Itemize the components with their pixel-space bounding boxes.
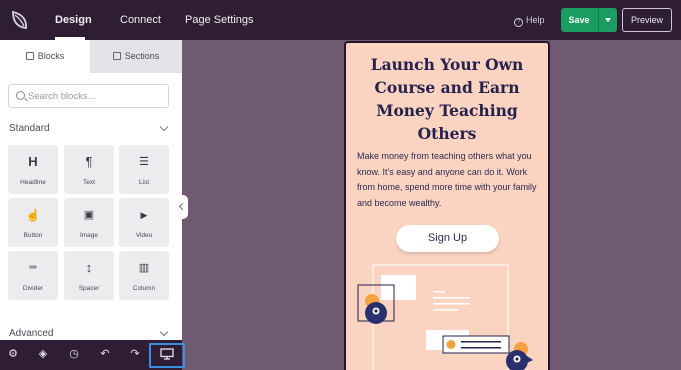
divider-icon: ═ [29, 262, 37, 273]
help-link[interactable]: ? Help [514, 0, 545, 40]
advanced-section-heading[interactable]: Advanced [9, 328, 53, 339]
tab-design[interactable]: Design [55, 0, 92, 40]
standard-section-heading[interactable]: Standard [9, 123, 50, 134]
chevron-down-icon[interactable] [159, 122, 169, 132]
block-headline[interactable]: H Headline [8, 145, 58, 194]
page-preview[interactable]: Launch Your Own Course and Earn Money Te… [344, 41, 550, 370]
history-icon[interactable]: ◷ [67, 347, 81, 361]
search-icon [16, 91, 25, 100]
block-label: Column [132, 285, 156, 292]
layers-icon[interactable]: ◈ [36, 347, 50, 361]
list-icon: ☰ [139, 156, 149, 168]
blocks-sidebar: Blocks Sections Standard H Headline ¶ Text… [0, 40, 182, 340]
page-body-text[interactable]: Make money from teaching others what you… [357, 149, 542, 211]
page-headline[interactable]: Launch Your Own Course and Earn Money Te… [346, 53, 548, 145]
paragraph-icon: ¶ [85, 154, 93, 169]
undo-icon[interactable]: ↶ [98, 347, 112, 361]
save-label: Save [568, 15, 590, 25]
block-video[interactable]: ▶ Video [119, 198, 169, 247]
block-text[interactable]: ¶ Text [64, 145, 114, 194]
block-column[interactable]: ▥ Column [119, 251, 169, 300]
redo-icon[interactable]: ↷ [128, 347, 142, 361]
chevron-left-icon [178, 202, 187, 211]
block-divider[interactable]: ═ Divider [8, 251, 58, 300]
help-label: Help [526, 15, 545, 25]
collapse-sidebar-handle[interactable] [178, 195, 188, 219]
tab-blocks[interactable]: Blocks [0, 40, 90, 73]
settings-icon[interactable]: ⚙ [6, 347, 20, 361]
sections-icon [112, 52, 121, 60]
sign-up-button[interactable]: Sign Up [396, 225, 499, 252]
tab-connect[interactable]: Connect [120, 0, 161, 40]
column-icon: ▥ [138, 262, 150, 274]
block-label: Text [83, 179, 95, 186]
top-bar: Design Connect Page Settings ? Help Save … [0, 0, 681, 40]
blocks-icon [25, 52, 34, 60]
tab-blocks-label: Blocks [37, 51, 65, 61]
preview-button[interactable]: Preview [622, 8, 672, 32]
block-label: Headline [20, 179, 46, 186]
tab-sections-label: Sections [124, 51, 160, 61]
tab-sections[interactable]: Sections [90, 40, 182, 73]
tab-page-settings[interactable]: Page Settings [185, 0, 254, 40]
block-label: List [138, 179, 150, 186]
spacer-icon: ↕ [85, 260, 93, 275]
block-label: Spacer [78, 285, 100, 292]
block-spacer[interactable]: ↕ Spacer [64, 251, 114, 300]
desktop-preview-icon[interactable] [149, 343, 185, 368]
block-button[interactable]: ☝ Button [8, 198, 58, 247]
chevron-down-icon[interactable] [159, 327, 169, 337]
save-options-chevron-down-icon[interactable] [598, 8, 617, 32]
course-illustration [357, 264, 533, 370]
search-blocks [8, 84, 169, 108]
help-icon: ? [514, 18, 523, 27]
search-input[interactable] [28, 88, 166, 105]
block-label: Video [135, 232, 153, 239]
heading-icon: H [28, 154, 38, 169]
bottom-toolbar: ⚙ ◈ ◷ ↶ ↷ [0, 340, 185, 370]
block-label: Divider [22, 285, 44, 292]
block-label: Image [79, 232, 99, 239]
pointer-icon: ☝ [25, 208, 41, 222]
block-image[interactable]: ▣ Image [64, 198, 114, 247]
block-label: Button [23, 232, 43, 239]
image-icon: ▣ [83, 209, 95, 221]
seedprod-logo-icon[interactable] [9, 9, 31, 31]
video-icon: ▶ [140, 210, 148, 220]
block-list[interactable]: ☰ List [119, 145, 169, 194]
save-button[interactable]: Save [561, 8, 617, 32]
